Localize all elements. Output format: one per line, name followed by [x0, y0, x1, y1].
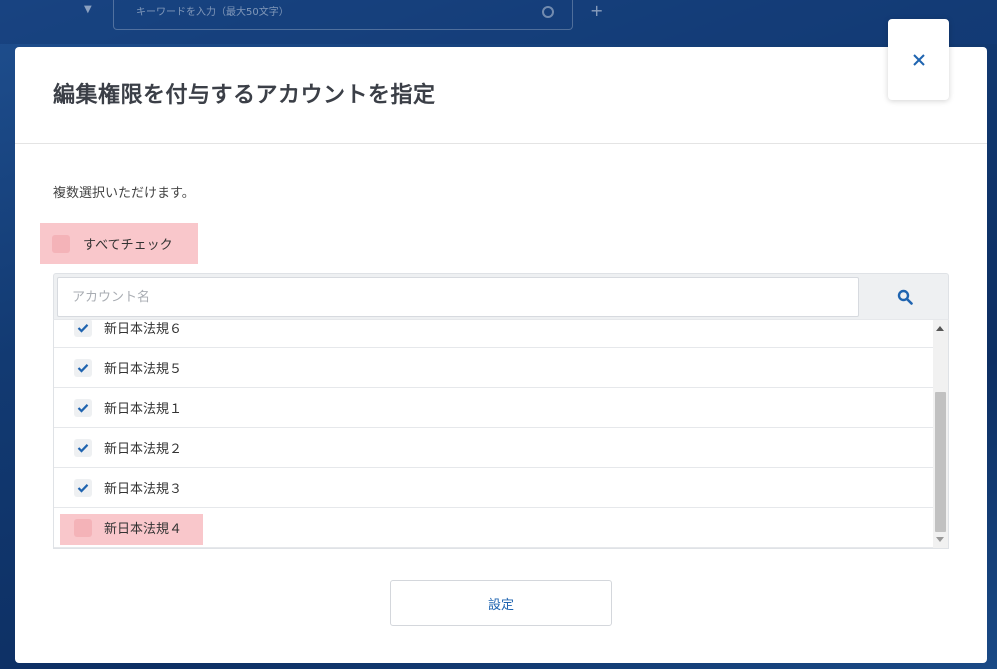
check-icon — [77, 403, 89, 413]
account-name: 新日本法規１ — [104, 402, 183, 417]
account-item[interactable]: 新日本法規５ — [54, 348, 933, 388]
background-search-icon — [542, 6, 554, 18]
list-scrollbar[interactable] — [933, 320, 948, 548]
close-icon — [912, 53, 925, 66]
check-icon — [77, 323, 89, 333]
account-item[interactable]: 新日本法規１ — [54, 388, 933, 428]
account-name: 新日本法規２ — [104, 442, 183, 457]
account-checkbox[interactable] — [74, 438, 92, 457]
check-all-toggle[interactable]: すべてチェック — [40, 223, 198, 264]
search-icon — [897, 289, 913, 305]
account-item[interactable]: 新日本法規３ — [54, 468, 933, 508]
account-name: 新日本法規６ — [104, 322, 183, 337]
account-name: 新日本法規３ — [104, 482, 183, 497]
account-permission-modal: 編集権限を付与するアカウントを指定 複数選択いただけます。 すべてチェック 新日… — [15, 47, 987, 663]
account-checkbox[interactable] — [74, 358, 92, 377]
account-checkbox[interactable] — [74, 320, 92, 337]
close-button[interactable] — [888, 19, 949, 100]
account-search-bar — [53, 273, 949, 319]
account-checkbox[interactable] — [74, 518, 92, 537]
account-search-input[interactable] — [57, 277, 859, 317]
background-search-text: キーワードを入力（最大50文字） — [136, 7, 289, 18]
scroll-thumb[interactable] — [935, 392, 946, 532]
account-checkbox[interactable] — [74, 398, 92, 417]
check-icon — [77, 443, 89, 453]
account-name: 新日本法規４ — [104, 522, 183, 537]
check-icon — [77, 483, 89, 493]
search-button[interactable] — [862, 277, 948, 317]
modal-description: 複数選択いただけます。 — [53, 186, 195, 201]
submit-button[interactable]: 設定 — [390, 580, 612, 626]
account-item[interactable]: 新日本法規６ — [54, 320, 933, 348]
check-icon — [77, 363, 89, 373]
check-all-checkbox[interactable] — [52, 234, 70, 253]
account-name: 新日本法規５ — [104, 362, 183, 377]
check-all-label: すべてチェック — [83, 238, 173, 253]
modal-header: 編集権限を付与するアカウントを指定 — [15, 47, 987, 144]
background-app-bar: ▼ キーワードを入力（最大50文字） + — [0, 0, 997, 44]
background-search-field: キーワードを入力（最大50文字） — [113, 0, 573, 30]
account-checkbox[interactable] — [74, 478, 92, 497]
background-dropdown-arrow-icon: ▼ — [84, 4, 92, 15]
modal-title: 編集権限を付与するアカウントを指定 — [53, 83, 436, 108]
account-item[interactable]: 新日本法規２ — [54, 428, 933, 468]
scroll-up-arrow-icon[interactable] — [936, 326, 944, 331]
account-list: 新日本法規６ 新日本法規５ 新日本法規１ 新日本法規２ 新日本法規３ 新日本法規… — [53, 319, 949, 549]
account-list-items: 新日本法規６ 新日本法規５ 新日本法規１ 新日本法規２ 新日本法規３ 新日本法規… — [54, 320, 933, 548]
background-plus-icon: + — [590, 1, 604, 20]
account-item[interactable]: 新日本法規４ — [54, 508, 933, 548]
scroll-down-arrow-icon[interactable] — [936, 537, 944, 542]
